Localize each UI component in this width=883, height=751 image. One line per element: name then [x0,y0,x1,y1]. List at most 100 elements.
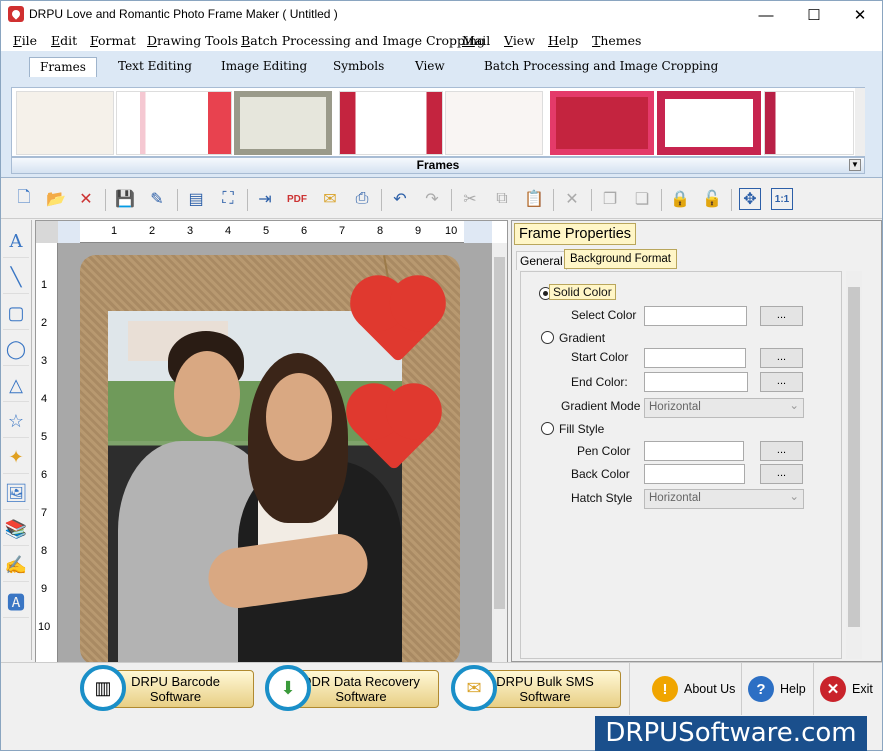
minimize-button[interactable]: — [743,1,789,29]
gradient-mode-select[interactable]: Horizontal [644,398,804,418]
frame-thumbnail[interactable] [445,91,543,155]
line-tool-icon[interactable]: ╲ [3,262,29,294]
envelope-icon[interactable]: ✉ [451,665,497,711]
tab-text-editing[interactable]: Text Editing [108,57,202,77]
barcode-icon[interactable]: ▥ [80,665,126,711]
signature-tool-icon[interactable]: ✍ [3,550,29,582]
send-back-icon[interactable]: ❏ [631,188,653,210]
download-icon[interactable]: ⬇ [265,665,311,711]
library-tool-icon[interactable]: 📚 [3,514,29,546]
ruler-label: 3 [41,355,48,367]
close-button[interactable]: ✕ [837,1,883,29]
back-color-field[interactable] [644,464,745,484]
menu-batch-processing[interactable]: Batch Processing and Image Cropping [241,33,485,48]
cut-icon[interactable]: ✂ [459,188,481,210]
menu-edit[interactable]: Edit [51,33,77,48]
menu-help[interactable]: Help [548,33,578,48]
fit-window-icon[interactable]: ✥ [739,188,761,210]
mail-icon[interactable]: ✉ [319,188,341,210]
unlock-icon[interactable]: 🔓 [701,188,723,210]
ruler-label: 5 [41,431,48,443]
redo-icon[interactable]: ↷ [421,188,443,210]
menu-format[interactable]: Format [90,33,136,48]
copy-icon[interactable]: ⧉ [491,188,513,210]
open-icon[interactable]: 📂 [45,188,67,210]
frame-thumbnail[interactable] [764,91,854,155]
gradient-mode-label: Gradient Mode [561,399,641,413]
end-color-field[interactable] [644,372,748,392]
ruler-label: 3 [187,225,194,237]
photo-frame[interactable] [80,255,460,665]
frame-thumbnail[interactable] [234,91,332,155]
tab-view[interactable]: View [405,57,455,77]
new-icon[interactable]: 🗋 [13,188,35,210]
gradient-radio[interactable] [541,331,554,344]
help-button[interactable]: ? Help [748,671,806,707]
ruler-label: 7 [41,507,48,519]
start-color-field[interactable] [644,348,746,368]
fill-style-radio[interactable] [541,422,554,435]
menu-mail[interactable]: Mail [462,33,490,48]
save-as-icon[interactable]: ✎ [146,188,168,210]
star-tool-icon[interactable]: ☆ [3,406,29,438]
exit-button[interactable]: ✕ Exit [820,671,873,707]
menu-file[interactable]: File [13,33,37,48]
brand-banner: DRPUSoftware.com [595,716,867,751]
hatch-style-select[interactable]: Horizontal [644,489,804,509]
print-icon[interactable]: ⎙ [351,188,373,210]
photo[interactable] [108,311,402,665]
close-file-icon[interactable]: ✕ [75,188,97,210]
tab-image-editing[interactable]: Image Editing [211,57,317,77]
maximize-button[interactable]: ☐ [791,1,837,29]
text-tool-icon[interactable]: A [3,226,29,258]
frame-thumbnail[interactable] [339,91,443,155]
menu-drawing-tools[interactable]: Drawing Tools [147,33,238,48]
frame-thumbnail[interactable] [16,91,114,155]
delete-icon[interactable]: ✕ [561,188,583,210]
select-color-browse-button[interactable]: ... [760,306,803,326]
tab-frames[interactable]: Frames [29,57,97,77]
frame-thumbnail[interactable] [657,91,761,155]
fit-page-icon[interactable]: ⛶ [217,188,239,210]
actual-size-icon[interactable]: 1:1 [771,188,793,210]
back-color-browse-button[interactable]: ... [760,464,803,484]
ruler-label: 10 [38,621,51,633]
tab-symbols[interactable]: Symbols [323,57,394,77]
properties-title: Frame Properties [514,223,637,245]
start-color-browse-button[interactable]: ... [760,348,803,368]
rectangle-tool-icon[interactable]: ▢ [3,298,29,330]
frame-thumbnail[interactable] [116,91,232,155]
pdf-icon[interactable]: PDF [286,188,308,210]
bring-front-icon[interactable]: ❐ [599,188,621,210]
undo-icon[interactable]: ↶ [389,188,411,210]
pen-color-field[interactable] [644,441,744,461]
tab-general[interactable]: General [516,251,567,270]
gallery-scrollbar[interactable] [855,88,865,156]
about-us-button[interactable]: ! About Us [652,671,735,707]
export-icon[interactable]: ⇥ [254,188,276,210]
gallery-expand-icon[interactable]: ▼ [849,159,861,171]
frame-thumbnail[interactable] [550,91,654,155]
workspace[interactable] [58,243,492,665]
image-tool-icon[interactable]: 🖼 [3,478,29,510]
paste-icon[interactable]: 📋 [523,188,545,210]
menu-themes[interactable]: Themes [592,33,641,48]
ellipse-tool-icon[interactable]: ◯ [3,334,29,366]
properties-scroll-thumb[interactable] [848,287,860,627]
save-icon[interactable]: 💾 [114,188,136,210]
title-bar: DRPU Love and Romantic Photo Frame Maker… [1,1,882,29]
menu-view[interactable]: View [504,33,535,48]
exit-label: Exit [852,682,873,696]
end-color-browse-button[interactable]: ... [760,372,803,392]
lock-icon[interactable]: 🔒 [669,188,691,210]
panel-scrollbar[interactable] [866,223,880,659]
tab-batch-processing[interactable]: Batch Processing and Image Cropping [474,57,728,77]
watermark-tool-icon[interactable]: 🅰 [3,586,29,618]
symbol-tool-icon[interactable]: ✦ [3,442,29,474]
select-color-field[interactable] [644,306,747,326]
pen-color-browse-button[interactable]: ... [760,441,803,461]
triangle-tool-icon[interactable]: △ [3,370,29,402]
properties-icon[interactable]: ▤ [185,188,207,210]
canvas-scroll-thumb[interactable] [494,257,505,609]
tab-background-format[interactable]: Background Format [564,249,677,269]
